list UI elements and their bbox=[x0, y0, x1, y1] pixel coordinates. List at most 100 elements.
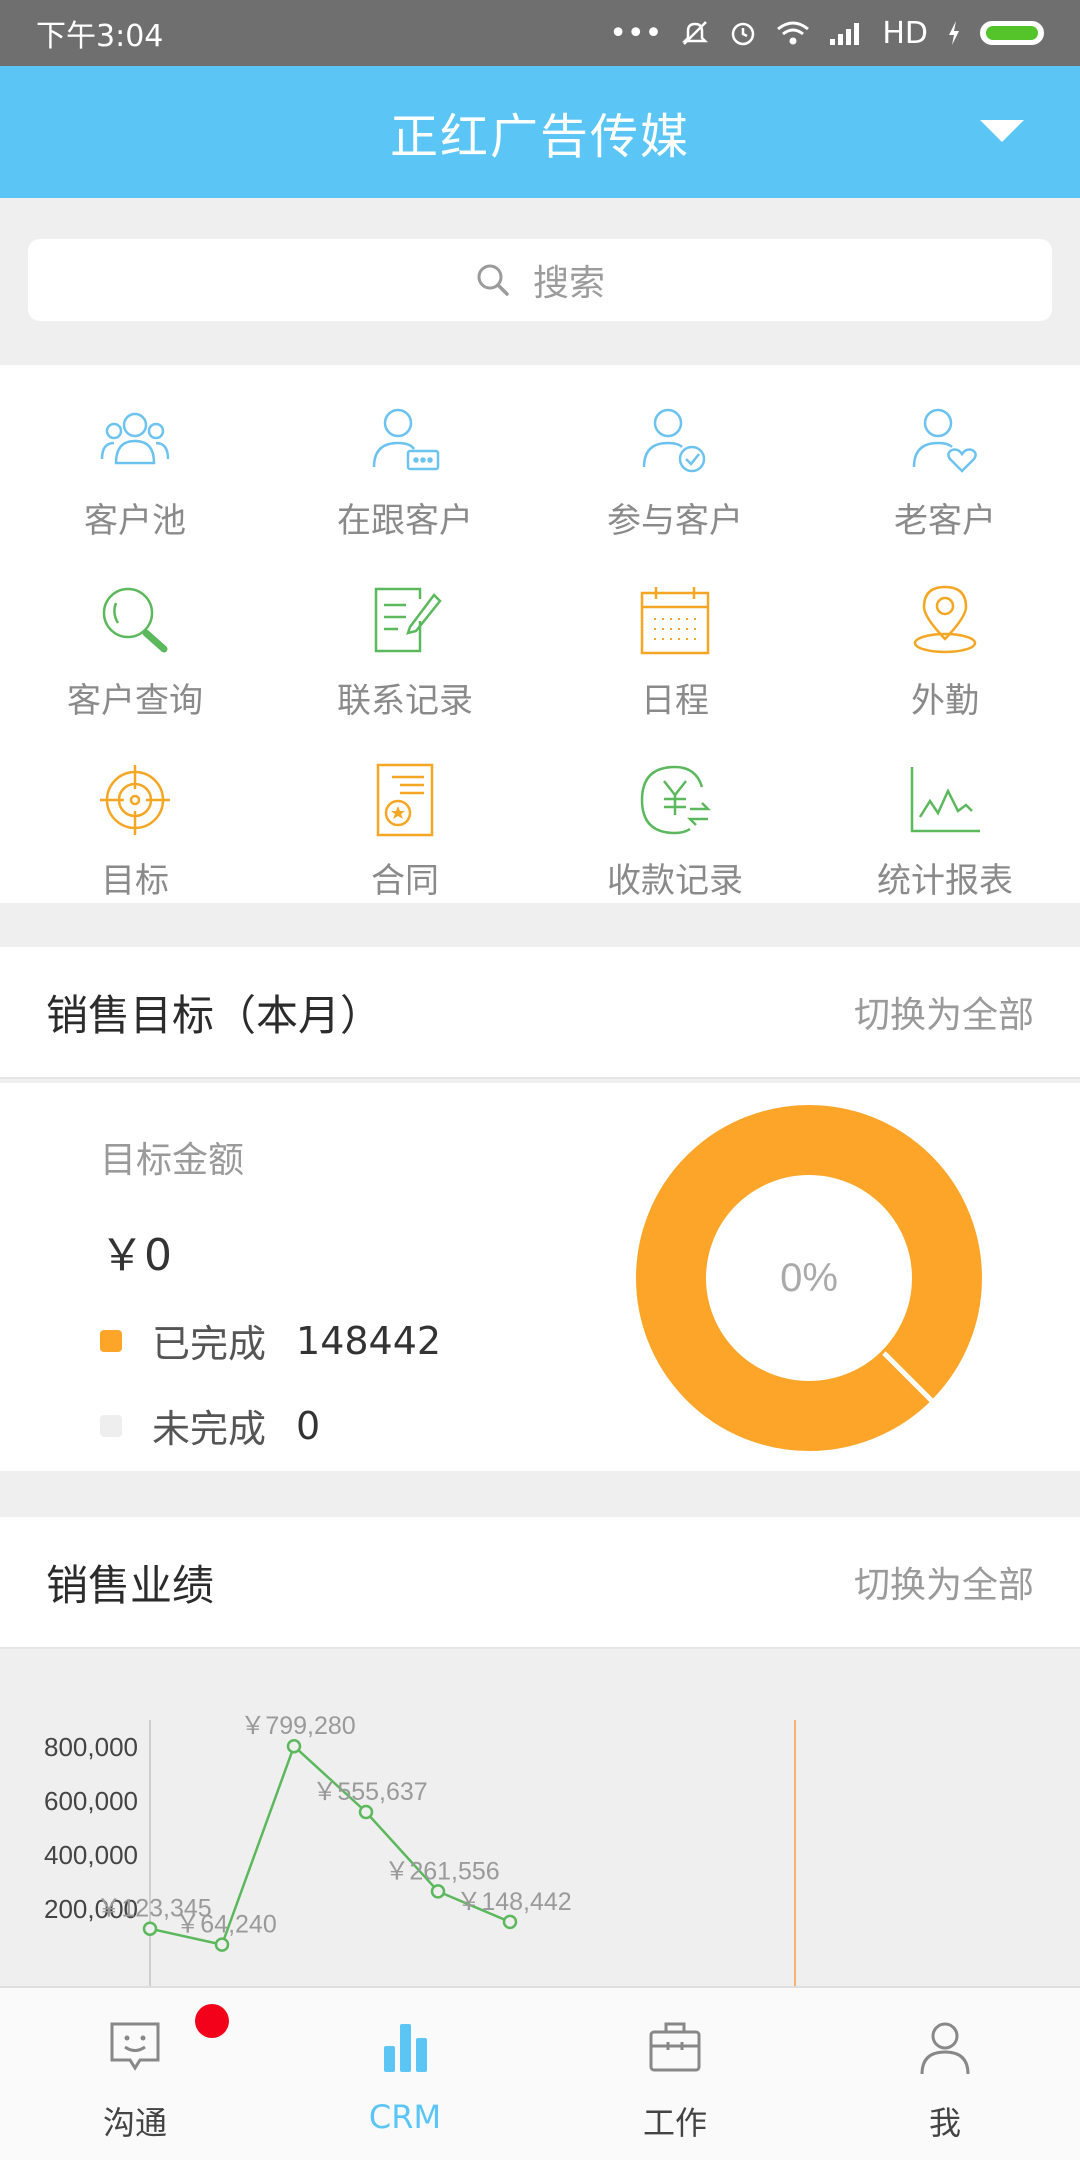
contract-icon bbox=[376, 763, 434, 837]
grid-item-schedule[interactable]: 日程 bbox=[540, 545, 810, 725]
grid-item-label: 合同 bbox=[371, 861, 439, 901]
charging-icon bbox=[949, 21, 959, 45]
tab-label: 沟通 bbox=[102, 2104, 167, 2142]
tab-work[interactable]: 工作 bbox=[540, 1988, 810, 2160]
grid-item-label: 参与客户 bbox=[607, 501, 743, 541]
tab-me[interactable]: 我 bbox=[810, 1988, 1080, 2160]
grid-item-following-customer[interactable]: 在跟客户 bbox=[270, 365, 540, 545]
grid-item-field-work[interactable]: 外勤 bbox=[810, 545, 1080, 725]
old-customer-icon bbox=[912, 408, 977, 473]
field-work-icon bbox=[913, 585, 977, 654]
signal-icon bbox=[830, 23, 860, 45]
sales-performance-switch-button[interactable]: 切换为全部 bbox=[854, 1556, 1034, 1608]
grid-item-customer-search[interactable]: 客户查询 bbox=[0, 545, 270, 725]
completed-value: 148442 bbox=[296, 1318, 442, 1363]
data-point bbox=[358, 1804, 374, 1820]
status-time: 下午3:04 bbox=[36, 19, 164, 54]
customer-pool-icon bbox=[100, 412, 170, 465]
following-customer-icon bbox=[372, 408, 440, 471]
company-title[interactable]: 正红广告传媒 bbox=[390, 97, 690, 167]
data-label: ￥261,556 bbox=[384, 1857, 499, 1885]
sales-performance-header: 销售业绩 切换为全部 bbox=[0, 1517, 1080, 1649]
grid-item-customer-pool[interactable]: 客户池 bbox=[0, 365, 270, 545]
sales-performance-title: 销售业绩 bbox=[46, 1560, 215, 1610]
function-grid: 客户池 在跟客户 参与客户 老客户 客户查询 联系记录 日程 外勤 目标 合同 … bbox=[0, 365, 1080, 903]
status-icons: ••• HD bbox=[609, 16, 1044, 51]
y-tick-label: 400,000 bbox=[44, 1840, 138, 1870]
grid-item-label: 老客户 bbox=[894, 501, 996, 541]
completed-label: 已完成 bbox=[152, 1322, 267, 1366]
target-icon bbox=[100, 765, 170, 835]
dots-icon: ••• bbox=[609, 15, 663, 51]
grid-item-participating-customer[interactable]: 参与客户 bbox=[540, 365, 810, 545]
target-amount-label: 目标金额 bbox=[100, 1140, 245, 1181]
target-summary: 目标金额 ￥0 已完成 148442 未完成 0 bbox=[100, 1131, 441, 1453]
grid-item-contact-record[interactable]: 联系记录 bbox=[270, 545, 540, 725]
tab-label: 工作 bbox=[642, 2104, 707, 2142]
statistics-icon bbox=[910, 767, 980, 833]
data-point bbox=[502, 1914, 518, 1930]
tab-chat[interactable]: 沟通 bbox=[0, 1988, 270, 2160]
data-label: ￥799,280 bbox=[240, 1712, 355, 1740]
target-donut-chart: 0% bbox=[636, 1105, 982, 1451]
participating-customer-icon bbox=[642, 408, 706, 473]
crm-chart-icon bbox=[384, 2024, 427, 2072]
grid-item-statistics[interactable]: 统计报表 bbox=[810, 725, 1080, 903]
grid-item-old-customer[interactable]: 老客户 bbox=[810, 365, 1080, 545]
bottom-tab-bar: 沟通 CRM 工作 我 bbox=[0, 1986, 1080, 2160]
sales-target-title: 销售目标（本月） bbox=[46, 990, 383, 1040]
grid-item-label: 统计报表 bbox=[877, 861, 1013, 901]
tab-label: CRM bbox=[368, 2098, 442, 2136]
data-label: ￥555,637 bbox=[312, 1778, 427, 1806]
completed-swatch bbox=[100, 1329, 122, 1352]
search-placeholder: 搜索 bbox=[532, 263, 605, 304]
sales-performance-chart: 800,000 600,000 400,000 200,000 ￥123,345 ￥64… bbox=[0, 1650, 1080, 1986]
data-label: ￥148,442 bbox=[456, 1888, 571, 1916]
grid-item-label: 在跟客户 bbox=[337, 501, 473, 541]
y-tick-label: 800,000 bbox=[44, 1732, 138, 1762]
y-tick-label: 600,000 bbox=[44, 1786, 138, 1816]
data-label: ￥64,240 bbox=[175, 1911, 276, 1939]
grid-item-label: 客户池 bbox=[84, 501, 186, 541]
data-point bbox=[286, 1738, 302, 1754]
grid-item-label: 收款记录 bbox=[607, 861, 743, 901]
donut-percent: 0% bbox=[780, 1256, 838, 1300]
grid-item-payment-record[interactable]: 收款记录 bbox=[540, 725, 810, 903]
schedule-icon bbox=[640, 587, 710, 655]
target-amount-value: ￥0 bbox=[100, 1230, 172, 1281]
sales-target-card: 目标金额 ￥0 已完成 148442 未完成 0 0% bbox=[0, 1083, 1080, 1471]
grid-item-target[interactable]: 目标 bbox=[0, 725, 270, 903]
sales-target-switch-button[interactable]: 切换为全部 bbox=[854, 986, 1034, 1038]
contact-record-icon bbox=[374, 587, 442, 653]
payment-record-icon bbox=[640, 765, 712, 835]
battery-icon bbox=[980, 21, 1044, 45]
incomplete-label: 未完成 bbox=[152, 1407, 267, 1451]
dropdown-arrow-icon[interactable] bbox=[980, 120, 1024, 142]
customer-search-icon bbox=[102, 587, 168, 653]
briefcase-icon bbox=[649, 2022, 701, 2072]
sales-target-header: 销售目标（本月） 切换为全部 bbox=[0, 947, 1080, 1079]
grid-item-label: 联系记录 bbox=[337, 681, 473, 721]
legend-completed: 已完成 148442 bbox=[100, 1313, 441, 1368]
wifi-icon bbox=[777, 21, 810, 45]
grid-item-label: 外勤 bbox=[911, 681, 979, 721]
data-point bbox=[142, 1921, 158, 1936]
grid-item-contract[interactable]: 合同 bbox=[270, 725, 540, 903]
tab-crm[interactable]: CRM bbox=[270, 1988, 540, 2160]
data-point bbox=[214, 1937, 230, 1952]
data-point bbox=[430, 1884, 446, 1899]
chat-icon bbox=[110, 2022, 160, 2071]
search-bar[interactable]: 搜索 bbox=[28, 239, 1052, 321]
incomplete-value: 0 bbox=[296, 1403, 321, 1448]
grid-item-label: 日程 bbox=[641, 681, 709, 721]
alarm-icon bbox=[732, 22, 755, 46]
hd-label: HD bbox=[882, 15, 928, 51]
grid-item-label: 目标 bbox=[101, 861, 169, 901]
status-bar: 下午3:04 ••• HD bbox=[0, 0, 1080, 66]
grid-item-label: 客户查询 bbox=[67, 681, 203, 721]
mute-icon bbox=[682, 21, 709, 45]
app-header: 正红广告传媒 bbox=[0, 66, 1080, 198]
incomplete-swatch bbox=[100, 1414, 122, 1437]
search-icon bbox=[477, 264, 509, 296]
person-icon bbox=[920, 2022, 970, 2075]
